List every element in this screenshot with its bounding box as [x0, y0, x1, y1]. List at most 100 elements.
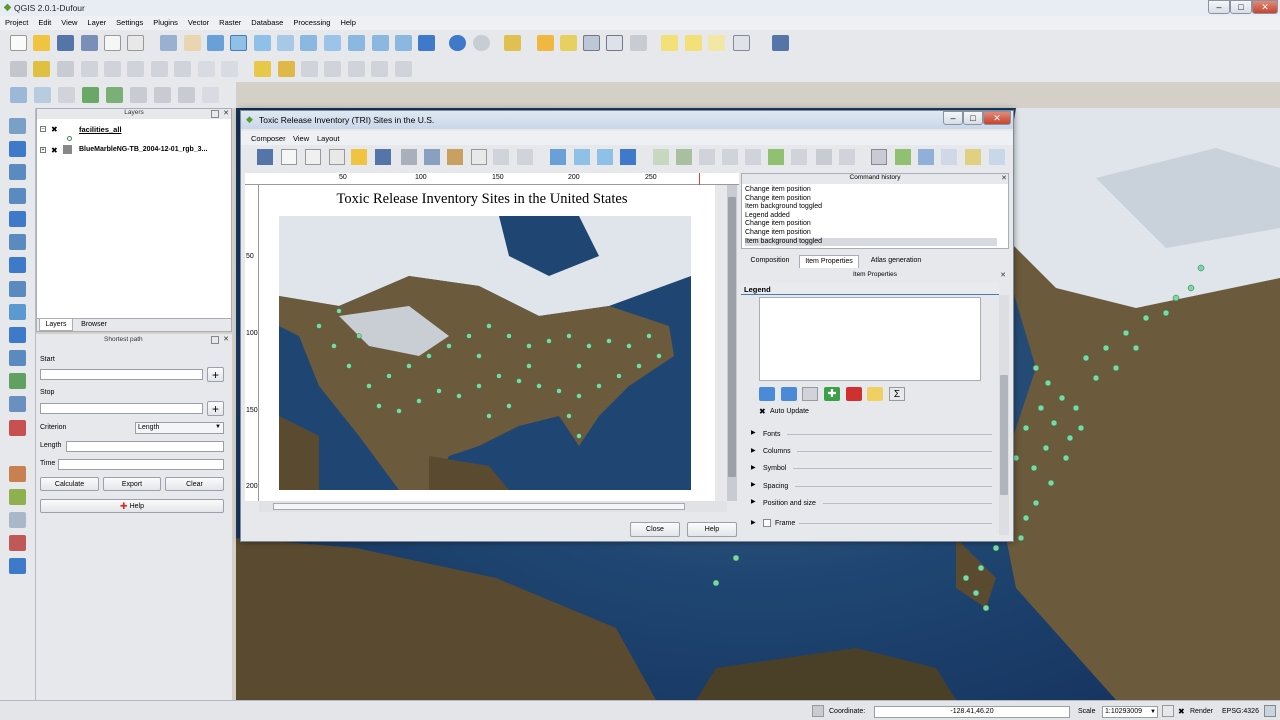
print-icon[interactable]: [401, 149, 417, 165]
network-icon[interactable]: [9, 350, 26, 366]
edit-item-icon[interactable]: [867, 387, 883, 401]
auto-update-checkbox[interactable]: ✖: [759, 407, 766, 416]
text-annotation-icon[interactable]: [733, 35, 750, 51]
composer-open-template-icon[interactable]: [351, 149, 367, 165]
add-delimited-icon[interactable]: [178, 87, 195, 103]
zoom-native-icon[interactable]: [395, 35, 412, 51]
web-icon[interactable]: [9, 327, 26, 343]
delete-selected-icon[interactable]: [151, 61, 168, 77]
copy-features-icon[interactable]: [198, 61, 215, 77]
save-edits-icon[interactable]: [57, 61, 74, 77]
tab-layers[interactable]: Layers: [39, 319, 73, 331]
history-item[interactable]: Change item position: [745, 186, 997, 195]
road-graph-icon[interactable]: [9, 373, 26, 389]
field-calc-icon[interactable]: [606, 35, 623, 51]
vector-edit-icon[interactable]: [9, 396, 26, 412]
zoom-full-icon[interactable]: [207, 35, 224, 51]
show-bookmarks-icon[interactable]: [708, 35, 725, 51]
layers-panel-close-icon[interactable]: ✕: [222, 110, 230, 118]
history-item-selected[interactable]: Item background toggled: [745, 237, 997, 247]
tab-composition[interactable]: Composition: [742, 257, 798, 264]
research-icon[interactable]: [9, 234, 26, 250]
item-properties-close-icon[interactable]: ✕: [999, 272, 1007, 280]
db-tool-icon[interactable]: [9, 164, 26, 180]
sp-close-icon[interactable]: ✕: [222, 336, 230, 344]
layer-visibility-checkbox[interactable]: ✖: [51, 125, 58, 134]
toggle-editing-icon[interactable]: [10, 61, 27, 77]
zoom-next-icon[interactable]: [372, 35, 389, 51]
group-icon[interactable]: [918, 149, 934, 165]
command-history-close-icon[interactable]: ✕: [1000, 175, 1008, 183]
help-contents-icon[interactable]: [772, 35, 789, 51]
analysis-icon[interactable]: [9, 211, 26, 227]
add-legend-icon[interactable]: [722, 149, 738, 165]
tab-browser[interactable]: Browser: [75, 321, 113, 328]
export-svg-icon[interactable]: [447, 149, 463, 165]
symbol-expand-icon[interactable]: ▶: [751, 464, 757, 471]
history-item[interactable]: Change item position: [745, 195, 997, 204]
zoom-layer-icon[interactable]: [277, 35, 294, 51]
frame-checkbox[interactable]: [763, 519, 771, 527]
composer-manager-icon[interactable]: [329, 149, 345, 165]
history-item[interactable]: Legend added: [745, 212, 997, 221]
interpolation-icon[interactable]: [9, 489, 26, 505]
add-spatialite-icon[interactable]: [82, 87, 99, 103]
layer-item-bluemarble[interactable]: BlueMarbleNG-TB_2004-12-01_rgb_3...: [79, 146, 207, 153]
sp-float-icon[interactable]: [211, 336, 219, 344]
align-icon[interactable]: [989, 149, 1005, 165]
composer-save-icon[interactable]: [257, 149, 273, 165]
zoom-in-icon[interactable]: [230, 35, 247, 51]
composer-map-title[interactable]: Toxic Release Inventory Sites in the Uni…: [259, 191, 705, 208]
add-wms-icon[interactable]: [106, 87, 123, 103]
menu-project[interactable]: Project: [0, 16, 33, 30]
measure-line-icon[interactable]: [630, 35, 647, 51]
rotation-icon[interactable]: [1162, 705, 1174, 717]
data-mgmt-icon[interactable]: [9, 281, 26, 297]
composer-close-dialog-button[interactable]: Close: [630, 522, 680, 537]
geometry-icon[interactable]: [9, 257, 26, 273]
menu-help[interactable]: Help: [335, 16, 360, 30]
menu-processing[interactable]: Processing: [288, 16, 335, 30]
zoom-last-icon[interactable]: [348, 35, 365, 51]
minimize-button[interactable]: –: [1208, 0, 1230, 14]
add-wfs-icon[interactable]: [154, 87, 171, 103]
redo-icon[interactable]: [517, 149, 533, 165]
vector-tool-icon[interactable]: [9, 118, 26, 134]
help-button[interactable]: ✚ Help: [40, 499, 224, 513]
add-item-icon[interactable]: ✚: [824, 387, 840, 401]
raise-icon[interactable]: [965, 149, 981, 165]
maximize-button[interactable]: □: [1230, 0, 1252, 14]
section-spacing[interactable]: Spacing: [763, 483, 788, 490]
fonts-expand-icon[interactable]: ▶: [751, 429, 757, 436]
undo-icon[interactable]: [493, 149, 509, 165]
add-scalebar-icon[interactable]: [745, 149, 761, 165]
export-pdf-icon[interactable]: [471, 149, 487, 165]
page-vscrollbar[interactable]: [727, 185, 737, 501]
export-image-icon[interactable]: [424, 149, 440, 165]
refresh-icon[interactable]: [418, 35, 435, 51]
properties-scroll-thumb[interactable]: [1000, 375, 1008, 495]
composer-minimize-button[interactable]: –: [943, 111, 963, 125]
edit-pencil-icon[interactable]: [33, 61, 50, 77]
coordinate-field[interactable]: -128.41,46.20: [874, 706, 1070, 718]
new-bookmark-icon[interactable]: [685, 35, 702, 51]
clear-button[interactable]: Clear: [165, 477, 224, 491]
composer-manager-icon[interactable]: [127, 35, 144, 51]
coordinate-capture-icon[interactable]: [9, 466, 26, 482]
section-fonts[interactable]: Fonts: [763, 431, 781, 438]
history-item[interactable]: Change item position: [745, 220, 997, 229]
paste-features-icon[interactable]: [221, 61, 238, 77]
expression-select-icon[interactable]: [560, 35, 577, 51]
stop-input[interactable]: [40, 403, 203, 414]
add-map-icon[interactable]: [653, 149, 669, 165]
messages-icon[interactable]: [1264, 705, 1276, 717]
add-html-icon[interactable]: [839, 149, 855, 165]
hscroll-thumb[interactable]: [273, 503, 685, 510]
composer-page[interactable]: Toxic Release Inventory Sites in the Uni…: [259, 185, 715, 501]
cut-features-icon[interactable]: [174, 61, 191, 77]
gps-icon[interactable]: [9, 535, 26, 551]
legend-items-tree[interactable]: [759, 297, 981, 381]
composer-menu-layout[interactable]: Layout: [317, 134, 340, 143]
section-columns[interactable]: Columns: [763, 448, 791, 455]
composer-save-template-icon[interactable]: [375, 149, 391, 165]
